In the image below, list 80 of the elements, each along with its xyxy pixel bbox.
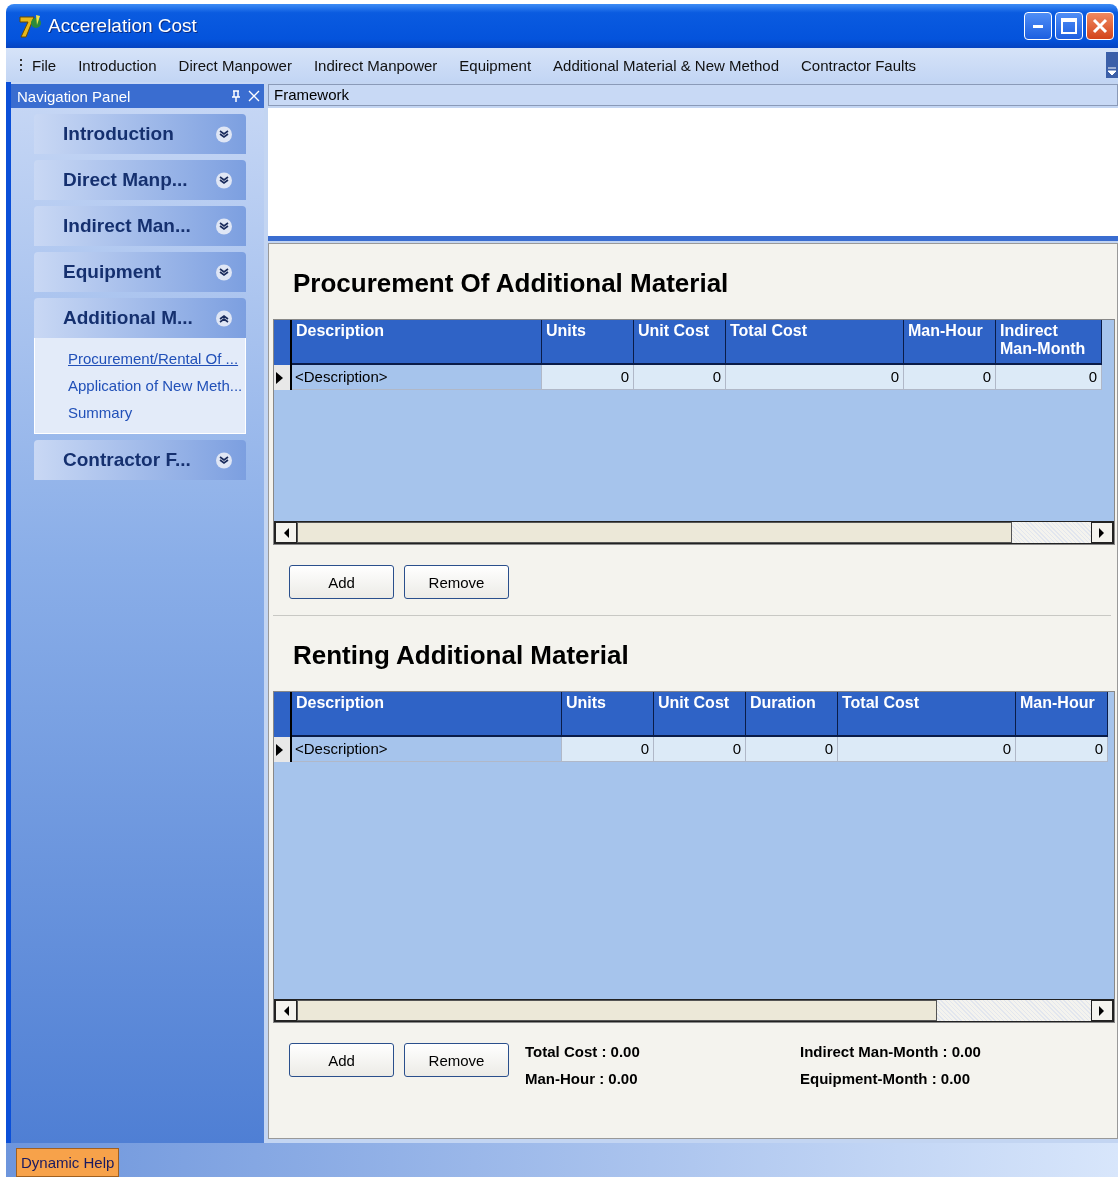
group-header[interactable]: Contractor F... — [34, 440, 246, 480]
table-cell: 0 — [996, 365, 1102, 390]
table-cell: <Description> — [292, 365, 542, 390]
nav-link[interactable]: Summary — [68, 404, 245, 421]
panel-title: Navigation Panel — [17, 87, 132, 105]
left-arrow-icon — [282, 526, 290, 539]
table-cell: 0 — [542, 365, 634, 390]
column-header[interactable]: Units — [562, 692, 654, 737]
row-header[interactable] — [274, 365, 292, 390]
close-button[interactable] — [1086, 12, 1114, 40]
scroll-right-button[interactable] — [1091, 522, 1113, 543]
table-cell: 0 — [562, 737, 654, 762]
menu-item[interactable]: Contractor Faults — [801, 56, 917, 74]
group-header[interactable]: Introduction — [34, 114, 246, 154]
table-cell: 0 — [726, 365, 904, 390]
window-title: Accerelation Cost — [48, 15, 198, 37]
column-header[interactable]: Indirect Man-Month — [996, 320, 1102, 365]
column-header[interactable]: Units — [542, 320, 634, 365]
close-icon — [248, 90, 260, 102]
table-cell: 0 — [634, 365, 726, 390]
menu-item[interactable]: File — [32, 56, 57, 74]
total-label: Man-Hour : 0.00 — [525, 1070, 639, 1087]
right-arrow-icon — [1098, 526, 1106, 539]
scroll-left-button[interactable] — [275, 1000, 297, 1021]
menu-item[interactable]: Introduction — [78, 56, 157, 74]
corner-header — [274, 692, 292, 737]
action-button[interactable]: Add — [289, 565, 394, 599]
total-label: Indirect Man-Month : 0.00 — [800, 1043, 982, 1060]
scroll-right-button[interactable] — [1091, 1000, 1113, 1021]
overflow-icon — [1106, 52, 1118, 78]
scroll-left-button[interactable] — [275, 522, 297, 543]
action-button[interactable]: Remove — [404, 1043, 509, 1077]
app-icon — [18, 13, 42, 39]
menu-item[interactable]: Indirect Manpower — [313, 56, 438, 74]
scroll-thumb[interactable] — [297, 522, 1012, 543]
maximize-button[interactable] — [1055, 12, 1083, 40]
maximize-icon — [1061, 18, 1077, 34]
horizontal-scrollbar[interactable] — [274, 521, 1114, 544]
column-header[interactable]: Unit Cost — [654, 692, 746, 737]
action-button[interactable]: Remove — [404, 565, 509, 599]
column-header[interactable]: Description — [292, 692, 562, 737]
column-header[interactable]: Total Cost — [726, 320, 904, 365]
group-header[interactable]: Indirect Man... — [34, 206, 246, 246]
table-cell: 0 — [904, 365, 996, 390]
menu-item[interactable]: Direct Manpower — [178, 56, 292, 74]
section-title: Renting Additional Material — [293, 640, 630, 671]
left-arrow-icon — [282, 1004, 290, 1017]
total-label: Equipment-Month : 0.00 — [800, 1070, 971, 1087]
menu-item[interactable]: Equipment — [459, 56, 532, 74]
group-header[interactable]: Additional M... — [34, 298, 246, 338]
row-header[interactable] — [274, 737, 292, 762]
table-cell: 0 — [1016, 737, 1108, 762]
menu-item[interactable]: Additional Material & New Method — [553, 56, 779, 74]
nav-link[interactable]: Application of New Meth... — [68, 377, 245, 394]
column-header[interactable]: Man-Hour — [1016, 692, 1108, 737]
section-title: Procurement Of Additional Material — [293, 268, 730, 299]
group-header[interactable]: Equipment — [34, 252, 246, 292]
table-cell: <Description> — [292, 737, 562, 762]
status-tab[interactable]: Dynamic Help — [16, 1148, 120, 1177]
column-header[interactable]: Total Cost — [838, 692, 1016, 737]
column-header[interactable]: Man-Hour — [904, 320, 996, 365]
minimize-icon — [1033, 24, 1043, 28]
document-tab[interactable]: Framework — [268, 84, 1118, 106]
group-header[interactable]: Direct Manp... — [34, 160, 246, 200]
pin-icon — [230, 89, 242, 103]
column-header[interactable]: Description — [292, 320, 542, 365]
close-icon — [1092, 18, 1108, 34]
horizontal-scrollbar[interactable] — [274, 999, 1114, 1022]
column-header[interactable]: Unit Cost — [634, 320, 726, 365]
scroll-thumb[interactable] — [297, 1000, 937, 1021]
table-cell: 0 — [746, 737, 838, 762]
corner-header — [274, 320, 292, 365]
column-header[interactable]: Duration — [746, 692, 838, 737]
minimize-button[interactable] — [1024, 12, 1052, 40]
action-button[interactable]: Add — [289, 1043, 394, 1077]
table-cell: 0 — [654, 737, 746, 762]
right-arrow-icon — [1098, 1004, 1106, 1017]
total-label: Total Cost : 0.00 — [525, 1043, 641, 1060]
table-cell: 0 — [838, 737, 1016, 762]
nav-link[interactable]: Procurement/Rental Of ... — [68, 350, 245, 367]
